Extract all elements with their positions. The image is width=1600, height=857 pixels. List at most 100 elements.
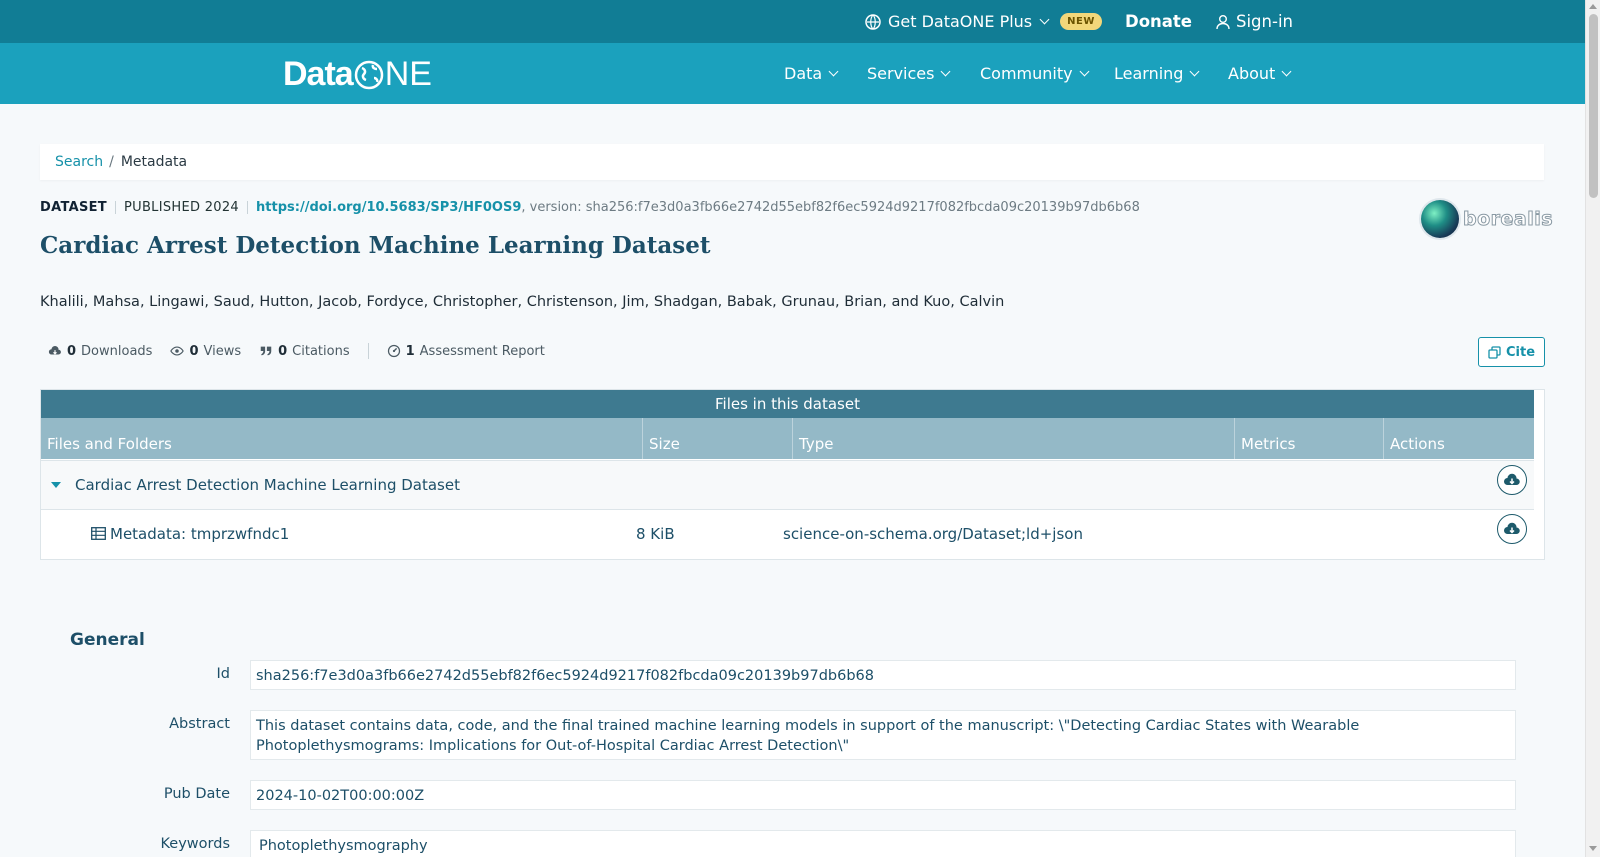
sign-in-label: Sign-in [1236, 12, 1293, 31]
main-navbar: Data NE Data Services Community Learning… [0, 43, 1585, 104]
column-header-metrics[interactable]: Metrics [1235, 418, 1384, 459]
id-value: sha256:f7e3d0a3fb66e2742d55ebf82f6ec5924… [250, 660, 1516, 690]
cite-button[interactable]: Cite [1478, 337, 1545, 367]
logo-text-ne: NE [384, 55, 432, 93]
chevron-down-icon [1039, 14, 1050, 25]
chevron-down-icon [1190, 66, 1200, 77]
views-stat: 0 Views [170, 344, 241, 359]
globe-sparkle-icon [865, 13, 881, 30]
nav-data[interactable]: Data [784, 43, 839, 104]
abstract-label: Abstract [169, 716, 230, 732]
chevron-down-icon [1281, 66, 1292, 77]
donate-link[interactable]: Donate [1125, 0, 1192, 43]
keywords-label: Keywords [160, 836, 230, 852]
breadcrumb-separator: / [109, 154, 114, 170]
version-label: , version: sha256:f7e3d0a3fb66e2742d55eb… [521, 200, 1140, 215]
caret-down-icon[interactable] [51, 482, 61, 488]
folder-name[interactable]: Cardiac Arrest Detection Machine Learnin… [75, 476, 460, 494]
metadata-file-name[interactable]: Metadata: tmprzwfndc1 [110, 525, 289, 543]
scroll-down-arrow-icon[interactable] [1589, 846, 1597, 851]
pub-date-label: Pub Date [163, 786, 230, 802]
borealis-logo-text: borealis [1462, 208, 1554, 231]
divider [247, 201, 249, 214]
breadcrumb: Search / Metadata [40, 144, 1544, 180]
eye-icon [170, 346, 185, 356]
user-icon [1216, 14, 1230, 29]
copy-icon [1488, 345, 1501, 359]
divider [367, 343, 369, 359]
cloud-download-icon [1504, 473, 1520, 485]
views-label: Views [203, 343, 242, 359]
general-section-heading: General [70, 630, 145, 650]
assessment-label: Assessment Report [419, 343, 545, 359]
sign-in-link[interactable]: Sign-in [1216, 0, 1293, 43]
dataset-authors: Khalili, Mahsa, Lingawi, Saud, Hutton, J… [40, 294, 1005, 310]
keywords-value: Photoplethysmography [250, 830, 1516, 857]
nav-about-label: About [1228, 64, 1276, 83]
dataset-type-label: DATASET [40, 200, 107, 215]
top-bar: Get DataONE Plus NEW Donate Sign-in [0, 0, 1585, 43]
nav-community-label: Community [980, 64, 1073, 83]
column-header-type[interactable]: Type [793, 418, 1235, 459]
nav-data-label: Data [784, 64, 823, 83]
logo-text-data: Data [283, 55, 354, 93]
file-type: science-on-schema.org/Dataset;ld+json [783, 525, 1083, 543]
get-dataone-plus-label: Get DataONE Plus [888, 12, 1033, 31]
cloud-download-icon [1504, 522, 1520, 534]
chevron-down-icon [941, 66, 951, 77]
scroll-up-arrow-icon[interactable] [1589, 4, 1597, 9]
pub-date-value: 2024-10-02T00:00:00Z [250, 780, 1516, 810]
dataset-title: Cardiac Arrest Detection Machine Learnin… [40, 232, 711, 259]
files-table-header: Files and Folders Size Type Metrics Acti… [41, 418, 1534, 459]
abstract-value: This dataset contains data, code, and th… [250, 710, 1516, 760]
nav-about[interactable]: About [1228, 43, 1292, 104]
new-badge: NEW [1060, 13, 1102, 30]
table-icon [91, 527, 106, 540]
page-scrollbar[interactable] [1585, 0, 1600, 857]
cloud-download-icon [48, 345, 61, 355]
file-size: 8 KiB [636, 525, 675, 543]
breadcrumb-current: Metadata [120, 154, 188, 170]
table-row[interactable]: Cardiac Arrest Detection Machine Learnin… [41, 460, 1534, 509]
id-label: Id [216, 666, 230, 682]
gauge-icon [387, 344, 400, 358]
nav-learning[interactable]: Learning [1114, 43, 1200, 104]
nav-community[interactable]: Community [980, 43, 1090, 104]
download-button[interactable] [1497, 514, 1527, 544]
downloads-count: 0 [67, 343, 77, 359]
table-row[interactable]: Metadata: tmprzwfndc1 8 KiB science-on-s… [41, 509, 1534, 558]
globe-icon [354, 60, 383, 89]
doi-link[interactable]: https://doi.org/10.5683/SP3/HF0OS9 [256, 200, 521, 215]
nav-services[interactable]: Services [867, 43, 951, 104]
assessment-count: 1 [405, 343, 415, 359]
downloads-stat: 0 Downloads [48, 344, 152, 359]
divider [114, 201, 116, 214]
files-table-caption: Files in this dataset [41, 390, 1534, 418]
borealis-repository-logo[interactable]: borealis [1421, 200, 1553, 238]
citations-label: Citations [292, 343, 350, 359]
citations-count: 0 [278, 343, 288, 359]
cite-label: Cite [1505, 344, 1536, 360]
assessment-report-link[interactable]: 1 Assessment Report [387, 344, 545, 359]
breadcrumb-search-link[interactable]: Search [55, 154, 103, 170]
column-header-files[interactable]: Files and Folders [41, 418, 643, 459]
quote-icon [260, 346, 272, 356]
published-label: PUBLISHED 2024 [123, 200, 240, 215]
nav-learning-label: Learning [1114, 64, 1184, 83]
downloads-label: Downloads [81, 343, 153, 359]
borealis-orb-icon [1421, 200, 1459, 238]
column-header-actions[interactable]: Actions [1384, 418, 1534, 459]
dataone-logo[interactable]: Data NE [283, 55, 432, 94]
views-count: 0 [189, 343, 199, 359]
get-dataone-plus-menu[interactable]: Get DataONE Plus NEW [864, 0, 1102, 43]
column-header-size[interactable]: Size [643, 418, 793, 459]
download-button[interactable] [1497, 465, 1527, 495]
scrollbar-thumb[interactable] [1589, 14, 1598, 198]
chevron-down-icon [1079, 66, 1090, 77]
files-table: Files in this dataset Files and Folders … [40, 389, 1545, 560]
chevron-down-icon [828, 66, 839, 77]
nav-services-label: Services [867, 64, 935, 83]
dataset-stats: 0 Downloads 0 Views 0 Citations 1 Assess… [48, 343, 563, 359]
citations-stat: 0 Citations [259, 343, 350, 359]
dataset-meta-line: DATASET PUBLISHED 2024 https://doi.org/1… [40, 200, 1140, 215]
